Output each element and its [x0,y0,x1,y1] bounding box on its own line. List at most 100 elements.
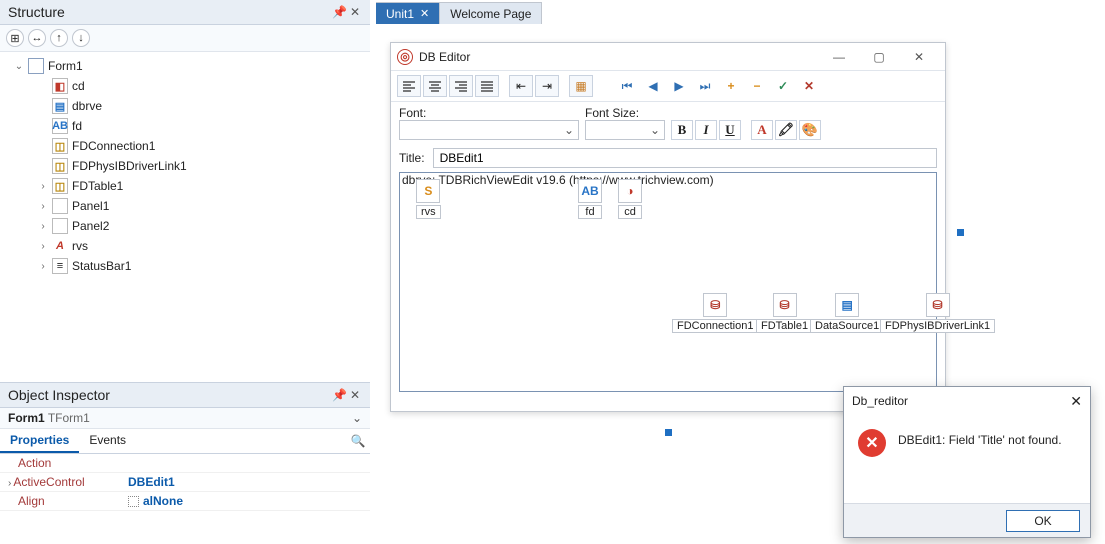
minimize-button[interactable]: — [819,45,859,69]
dbrichview-area[interactable]: dbrve: TDBRichViewEdit v19.6 (https://ww… [399,172,937,392]
table-button[interactable]: ▦ [569,75,593,97]
tab-unit1[interactable]: Unit1 ✕ [376,2,440,24]
design-form-window[interactable]: ◎ DB Editor — ▢ ✕ ⇤ ⇥ ▦ [390,42,946,412]
tree-node-fdphys[interactable]: ◫ FDPhysIBDriverLink1 [0,156,370,176]
bold-button[interactable]: B [671,120,693,140]
pin-icon[interactable]: 📌 [332,6,344,18]
prop-value[interactable]: alNone [120,492,370,511]
palette-button[interactable]: 🎨 [799,120,821,140]
selection-handle[interactable] [665,429,672,436]
component-label: fd [578,205,602,219]
align-center-button[interactable] [423,75,447,97]
selection-handle[interactable] [957,229,964,236]
prop-name[interactable]: ›ActiveControl [0,473,120,492]
chevron-down-icon[interactable]: ⌄ [352,411,362,425]
component-label: FDTable1 [756,319,813,333]
toolbar-icon-up[interactable]: ↑ [50,29,68,47]
nav-prev-button[interactable]: ◀ [641,75,665,97]
tab-properties[interactable]: Properties [0,429,79,453]
insert-button[interactable]: + [719,75,743,97]
close-icon[interactable]: ✕ [350,6,362,18]
highlight-button[interactable]: 🖍 [775,120,797,140]
oi-target-class: TForm1 [48,411,90,425]
tree-label: Panel2 [72,219,109,233]
close-icon[interactable]: ✕ [420,7,429,20]
underline-button[interactable]: U [719,120,741,140]
tree-node-dbrve[interactable]: ▤ dbrve [0,96,370,116]
align-right-button[interactable] [449,75,473,97]
title-input[interactable] [433,148,937,168]
tree-node-rvs[interactable]: › A rvs [0,236,370,256]
component-icon: ◫ [52,158,68,174]
prop-value[interactable]: DBEdit1 [120,473,370,492]
close-icon[interactable]: ✕ [350,389,362,401]
close-button[interactable]: ✕ [899,45,939,69]
tree-node-fdconnection[interactable]: ◫ FDConnection1 [0,136,370,156]
close-icon[interactable]: ✕ [1070,393,1082,410]
component-fd[interactable]: AB fd [578,179,602,219]
nav-first-button[interactable]: ⏮ [615,75,639,97]
chevron-down-icon[interactable]: ⌄ [12,59,26,73]
pin-icon[interactable]: 📌 [332,389,344,401]
component-label: cd [618,205,642,219]
ok-label: OK [1034,514,1051,528]
component-cd[interactable]: ◑ cd [618,179,642,219]
oi-properties-grid[interactable]: Action ›ActiveControl DBEdit1 Align alNo… [0,454,370,511]
tree-label: rvs [72,239,88,253]
chevron-right-icon[interactable]: › [36,179,50,193]
toolbar-icon-1[interactable]: ⊞ [6,29,24,47]
component-datasource[interactable]: ▤ DataSource1 [810,293,884,333]
component-rvs[interactable]: S rvs [416,179,441,219]
component-fdconnection[interactable]: ⛁ FDConnection1 [672,293,758,333]
cancel-button[interactable]: ✕ [797,75,821,97]
component-label: FDConnection1 [672,319,758,333]
ok-button[interactable]: OK [1006,510,1080,532]
structure-tree[interactable]: ⌄ Form1 ◧ cd ▤ dbrve AB fd ◫ [0,52,370,382]
prop-value[interactable] [120,454,370,473]
error-titlebar[interactable]: Db_reditor ✕ [844,387,1090,415]
tab-label: Welcome Page [450,7,531,21]
maximize-button[interactable]: ▢ [859,45,899,69]
oi-header: Object Inspector 📌 ✕ [0,383,370,408]
error-title: Db_reditor [852,394,908,408]
italic-button[interactable]: I [695,120,717,140]
font-combo[interactable]: ⌄ [399,120,579,140]
align-left-button[interactable] [397,75,421,97]
tree-node-fdtable[interactable]: › ◫ FDTable1 [0,176,370,196]
tab-events[interactable]: Events [79,429,136,453]
tree-node-statusbar[interactable]: › ≡ StatusBar1 [0,256,370,276]
tab-welcome[interactable]: Welcome Page [440,2,542,24]
tree-label: FDTable1 [72,179,123,193]
prop-name[interactable]: Align [0,492,120,511]
chevron-right-icon[interactable]: › [36,199,50,213]
chevron-right-icon[interactable]: › [36,259,50,273]
structure-toolbar: ⊞ ↔ ↑ ↓ [0,25,370,52]
delete-button[interactable]: − [745,75,769,97]
post-button[interactable]: ✓ [771,75,795,97]
tree-node-fd[interactable]: AB fd [0,116,370,136]
toolbar-icon-2[interactable]: ↔ [28,29,46,47]
tree-node-form1[interactable]: ⌄ Form1 [0,56,370,76]
oi-target-selector[interactable]: Form1 TForm1 ⌄ [0,408,370,429]
window-titlebar[interactable]: ◎ DB Editor — ▢ ✕ [391,43,945,71]
component-fdphys[interactable]: ⛁ FDPhysIBDriverLink1 [880,293,995,333]
prop-name[interactable]: Action [0,454,120,473]
tree-node-cd[interactable]: ◧ cd [0,76,370,96]
component-fdtable[interactable]: ⛁ FDTable1 [756,293,813,333]
fontcolor-button[interactable]: A [751,120,773,140]
search-icon[interactable]: 🔍 [346,429,370,453]
tree-node-panel1[interactable]: › Panel1 [0,196,370,216]
error-icon: ✕ [858,429,886,457]
chevron-right-icon[interactable]: › [36,239,50,253]
nav-next-button[interactable]: ▶ [667,75,691,97]
tree-node-panel2[interactable]: › Panel2 [0,216,370,236]
indent-button[interactable]: ⇥ [535,75,559,97]
chevron-right-icon[interactable]: › [36,219,50,233]
fontsize-combo[interactable]: ⌄ [585,120,665,140]
fontsize-label: Font Size: [585,106,665,120]
nav-last-button[interactable]: ⏭ [693,75,717,97]
component-icon: AB [52,118,68,134]
align-justify-button[interactable] [475,75,499,97]
outdent-button[interactable]: ⇤ [509,75,533,97]
toolbar-icon-down[interactable]: ↓ [72,29,90,47]
